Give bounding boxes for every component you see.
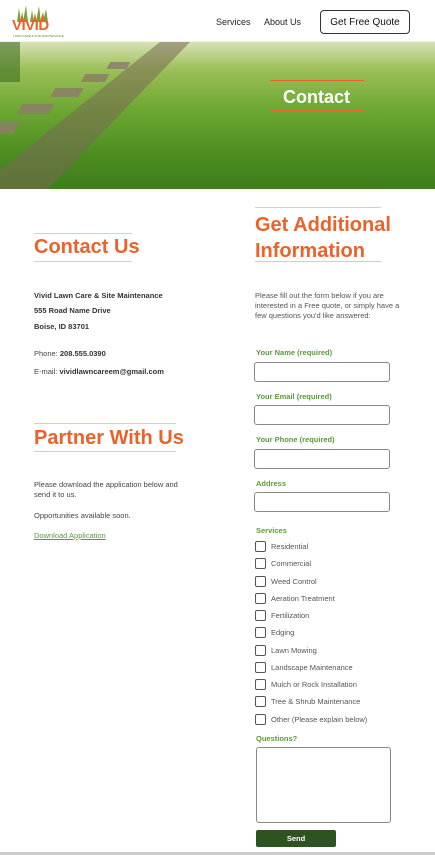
form-intro: Please fill out the form below if you ar… xyxy=(255,291,400,320)
site-header: VIVID LAWN CARE & SITE MAINTENANCE Servi… xyxy=(0,0,435,42)
phone-label: Phone: xyxy=(34,349,58,358)
hero-divider-bottom xyxy=(270,110,364,111)
services-label: Services xyxy=(256,526,287,535)
divider xyxy=(34,451,176,452)
address-line1: 555 Road Name Drive xyxy=(34,306,111,315)
divider xyxy=(34,261,132,262)
checkbox[interactable] xyxy=(255,541,266,552)
service-option[interactable]: Commercial xyxy=(255,558,311,569)
service-label: Fertilization xyxy=(271,611,310,620)
phone-input[interactable] xyxy=(254,449,390,469)
form-heading: Get Additional Information xyxy=(255,214,391,262)
get-free-quote-button[interactable]: Get Free Quote xyxy=(320,10,410,34)
nav-about-us[interactable]: About Us xyxy=(264,17,301,27)
service-option[interactable]: Landscape Maintenance xyxy=(255,662,353,673)
checkbox[interactable] xyxy=(255,696,266,707)
name-label: Your Name (required) xyxy=(256,348,333,357)
email-label: Your Email (required) xyxy=(256,392,332,401)
partner-heading: Partner With Us xyxy=(34,427,184,449)
checkbox[interactable] xyxy=(255,558,266,569)
service-label: Weed Control xyxy=(271,577,317,586)
service-label: Tree & Shrub Maintenance xyxy=(271,697,361,706)
divider xyxy=(255,207,381,208)
phone-number[interactable]: 208.555.0390 xyxy=(60,349,106,358)
service-label: Other (Please explain below) xyxy=(271,715,368,724)
address-input[interactable] xyxy=(254,492,390,512)
service-option[interactable]: Aeration Treatment xyxy=(255,593,335,604)
page-title: Contact xyxy=(283,87,350,107)
checkbox[interactable] xyxy=(255,645,266,656)
email-input[interactable] xyxy=(254,405,390,425)
nav-services[interactable]: Services xyxy=(216,17,251,27)
service-option[interactable]: Other (Please explain below) xyxy=(255,714,367,725)
service-label: Residential xyxy=(271,542,309,551)
service-label: Lawn Mowing xyxy=(271,646,317,655)
email-address[interactable]: vividlawncareem@gmail.com xyxy=(59,367,163,376)
service-label: Edging xyxy=(271,628,295,637)
service-option[interactable]: Weed Control xyxy=(255,576,317,587)
contact-us-heading: Contact Us xyxy=(34,236,140,258)
send-button[interactable]: Send xyxy=(256,830,336,847)
hero-banner: Contact xyxy=(0,42,435,189)
service-option[interactable]: Residential xyxy=(255,541,308,552)
service-option[interactable]: Mulch or Rock Installation xyxy=(255,679,357,690)
questions-label: Questions? xyxy=(256,734,298,743)
checkbox[interactable] xyxy=(255,576,266,587)
checkbox[interactable] xyxy=(255,627,266,638)
phone-row: Phone: 208.555.0390 xyxy=(34,349,106,358)
divider xyxy=(255,261,381,262)
service-option[interactable]: Lawn Mowing xyxy=(255,645,317,656)
address-line2: Boise, ID 83701 xyxy=(34,322,90,331)
questions-textarea[interactable] xyxy=(256,747,391,823)
address-label: Address xyxy=(256,479,287,488)
email-label: E-mail: xyxy=(34,367,58,376)
service-option[interactable]: Tree & Shrub Maintenance xyxy=(255,696,360,707)
opportunities-text: Opportunities available soon. xyxy=(34,511,131,520)
divider xyxy=(34,233,132,234)
company-name: Vivid Lawn Care & Site Maintenance xyxy=(34,291,163,300)
service-option[interactable]: Edging xyxy=(255,627,294,638)
partner-text: Please download the application below an… xyxy=(34,480,178,499)
vivid-logo[interactable]: VIVID LAWN CARE & SITE MAINTENANCE xyxy=(11,4,64,38)
service-option[interactable]: Fertilization xyxy=(255,610,309,621)
logo-tagline: LAWN CARE & SITE MAINTENANCE xyxy=(13,34,64,38)
service-label: Landscape Maintenance xyxy=(271,663,353,672)
service-label: Aeration Treatment xyxy=(271,594,335,603)
name-input[interactable] xyxy=(254,362,390,382)
logo-text: VIVID xyxy=(12,17,49,34)
checkbox[interactable] xyxy=(255,593,266,604)
checkbox[interactable] xyxy=(255,679,266,690)
hero-divider-top xyxy=(270,80,364,81)
phone-label: Your Phone (required) xyxy=(256,435,335,444)
email-row: E-mail: vividlawncareem@gmail.com xyxy=(34,367,164,376)
checkbox[interactable] xyxy=(255,610,266,621)
checkbox[interactable] xyxy=(255,714,266,725)
divider xyxy=(34,423,176,424)
service-label: Mulch or Rock Installation xyxy=(271,680,357,689)
service-label: Commercial xyxy=(271,559,312,568)
stone-path-image xyxy=(0,42,190,189)
checkbox[interactable] xyxy=(255,662,266,673)
download-application-link[interactable]: Download Application xyxy=(34,531,106,540)
